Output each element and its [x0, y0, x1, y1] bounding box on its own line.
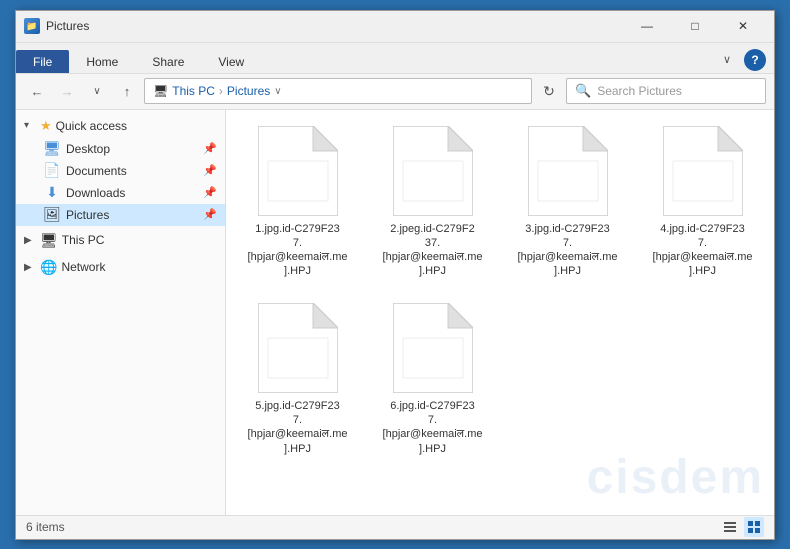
file-grid: 1.jpg.id-C279F237.[hpjar@keemaiल.me].HPJ…: [234, 118, 766, 464]
breadcrumb-icon: 🖥: [153, 84, 168, 98]
address-bar: ← → ∨ ↑ 🖥 This PC › Pictures ∨ ↻ 🔍 Searc…: [16, 74, 774, 110]
maximize-button[interactable]: □: [672, 12, 718, 40]
network-section: ▶ 🌐 Network: [16, 255, 225, 280]
file-icon-1: [258, 126, 338, 216]
ribbon-chevron-button[interactable]: ∨: [714, 47, 740, 73]
help-button[interactable]: ?: [744, 49, 766, 71]
this-pc-icon: 🖥: [40, 232, 58, 249]
window-icon: 📁: [24, 18, 40, 34]
breadcrumb-separator1: ›: [219, 84, 223, 98]
refresh-button[interactable]: ↻: [536, 78, 562, 104]
minimize-button[interactable]: —: [624, 12, 670, 40]
file-item-5[interactable]: 5.jpg.id-C279F237.[hpjar@keemaiल.me].HPJ: [234, 295, 361, 464]
tab-file[interactable]: File: [16, 50, 69, 73]
quick-access-star-icon: ★: [40, 118, 52, 134]
tab-view[interactable]: View: [201, 50, 261, 73]
file-icon-4: [663, 126, 743, 216]
quick-access-chevron: ▾: [24, 120, 36, 131]
sidebar: ▾ ★ Quick access 🖥 Desktop 📌 📄 Documents…: [16, 110, 226, 515]
this-pc-header[interactable]: ▶ 🖥 This PC: [16, 228, 225, 253]
sidebar-item-desktop[interactable]: 🖥 Desktop 📌: [16, 138, 225, 160]
file-area: cisdem 1.jpg.id-C279F237.[hpjar@keemaiल.…: [226, 110, 774, 515]
search-placeholder: Search Pictures: [597, 84, 682, 98]
documents-label: Documents: [66, 164, 127, 178]
items-count: 6 items: [26, 520, 65, 534]
file-icon-5: [258, 303, 338, 393]
tab-share[interactable]: Share: [135, 50, 201, 73]
downloads-label: Downloads: [66, 186, 125, 200]
quick-access-header[interactable]: ▾ ★ Quick access: [16, 114, 225, 138]
explorer-window: 📁 Pictures — □ ✕ File Home Share View ∨ …: [15, 10, 775, 540]
file-name-4: 4.jpg.id-C279F237.[hpjar@keemaiल.me].HPJ: [653, 222, 753, 279]
dropdown-button[interactable]: ∨: [84, 78, 110, 104]
breadcrumb-pictures[interactable]: Pictures: [227, 84, 270, 98]
downloads-icon: ⬇: [44, 185, 60, 201]
grid-view-icon: [747, 520, 761, 534]
pictures-label: Pictures: [66, 208, 109, 222]
window-title: Pictures: [46, 19, 624, 33]
title-bar: 📁 Pictures — □ ✕: [16, 11, 774, 43]
breadcrumb-thispc[interactable]: This PC: [172, 84, 215, 98]
file-item-3[interactable]: 3.jpg.id-C279F237.[hpjar@keemaiल.me].HPJ: [504, 118, 631, 287]
this-pc-section: ▶ 🖥 This PC: [16, 228, 225, 253]
window-controls: — □ ✕: [624, 12, 766, 40]
file-name-2: 2.jpeg.id-C279F237.[hpjar@keemaiल.me].HP…: [383, 222, 483, 279]
view-controls: [720, 517, 764, 537]
search-box[interactable]: 🔍 Search Pictures: [566, 78, 766, 104]
pictures-icon: 🖼: [44, 207, 60, 223]
sidebar-item-pictures[interactable]: 🖼 Pictures 📌: [16, 204, 225, 226]
file-icon-2: [393, 126, 473, 216]
view-grid-button[interactable]: [744, 517, 764, 537]
breadcrumb-chevron[interactable]: ∨: [274, 86, 281, 97]
documents-icon: 📄: [44, 163, 60, 179]
network-icon: 🌐: [40, 259, 57, 276]
up-button[interactable]: ↑: [114, 78, 140, 104]
file-name-5: 5.jpg.id-C279F237.[hpjar@keemaiल.me].HPJ: [248, 399, 348, 456]
desktop-pin-icon: 📌: [203, 142, 217, 155]
ribbon-tabs: File Home Share View ∨ ?: [16, 43, 774, 73]
view-list-button[interactable]: [720, 517, 740, 537]
file-name-6: 6.jpg.id-C279F237.[hpjar@keemaiल.me].HPJ: [383, 399, 483, 456]
file-item-6[interactable]: 6.jpg.id-C279F237.[hpjar@keemaiल.me].HPJ: [369, 295, 496, 464]
network-label: Network: [61, 260, 105, 274]
this-pc-label: This PC: [62, 233, 105, 247]
ribbon: File Home Share View ∨ ?: [16, 43, 774, 74]
file-name-1: 1.jpg.id-C279F237.[hpjar@keemaiल.me].HPJ: [248, 222, 348, 279]
pictures-pin-icon: 📌: [203, 208, 217, 221]
desktop-icon: 🖥: [44, 141, 60, 157]
tab-home[interactable]: Home: [69, 50, 135, 73]
search-icon: 🔍: [575, 83, 591, 99]
quick-access-section: ▾ ★ Quick access 🖥 Desktop 📌 📄 Documents…: [16, 114, 225, 226]
sidebar-item-downloads[interactable]: ⬇ Downloads 📌: [16, 182, 225, 204]
file-item-4[interactable]: 4.jpg.id-C279F237.[hpjar@keemaiल.me].HPJ: [639, 118, 766, 287]
downloads-pin-icon: 📌: [203, 186, 217, 199]
list-view-icon: [723, 520, 737, 534]
back-button[interactable]: ←: [24, 78, 50, 104]
main-area: ▾ ★ Quick access 🖥 Desktop 📌 📄 Documents…: [16, 110, 774, 515]
forward-button[interactable]: →: [54, 78, 80, 104]
sidebar-item-documents[interactable]: 📄 Documents 📌: [16, 160, 225, 182]
this-pc-chevron: ▶: [24, 235, 36, 246]
quick-access-label: Quick access: [56, 119, 127, 133]
breadcrumb[interactable]: 🖥 This PC › Pictures ∨: [144, 78, 532, 104]
status-bar: 6 items: [16, 515, 774, 539]
file-name-3: 3.jpg.id-C279F237.[hpjar@keemaiल.me].HPJ: [518, 222, 618, 279]
network-chevron: ▶: [24, 262, 36, 273]
file-icon-6: [393, 303, 473, 393]
desktop-label: Desktop: [66, 142, 110, 156]
file-item-1[interactable]: 1.jpg.id-C279F237.[hpjar@keemaiल.me].HPJ: [234, 118, 361, 287]
network-header[interactable]: ▶ 🌐 Network: [16, 255, 225, 280]
file-icon-3: [528, 126, 608, 216]
close-button[interactable]: ✕: [720, 12, 766, 40]
file-item-2[interactable]: 2.jpeg.id-C279F237.[hpjar@keemaiल.me].HP…: [369, 118, 496, 287]
documents-pin-icon: 📌: [203, 164, 217, 177]
